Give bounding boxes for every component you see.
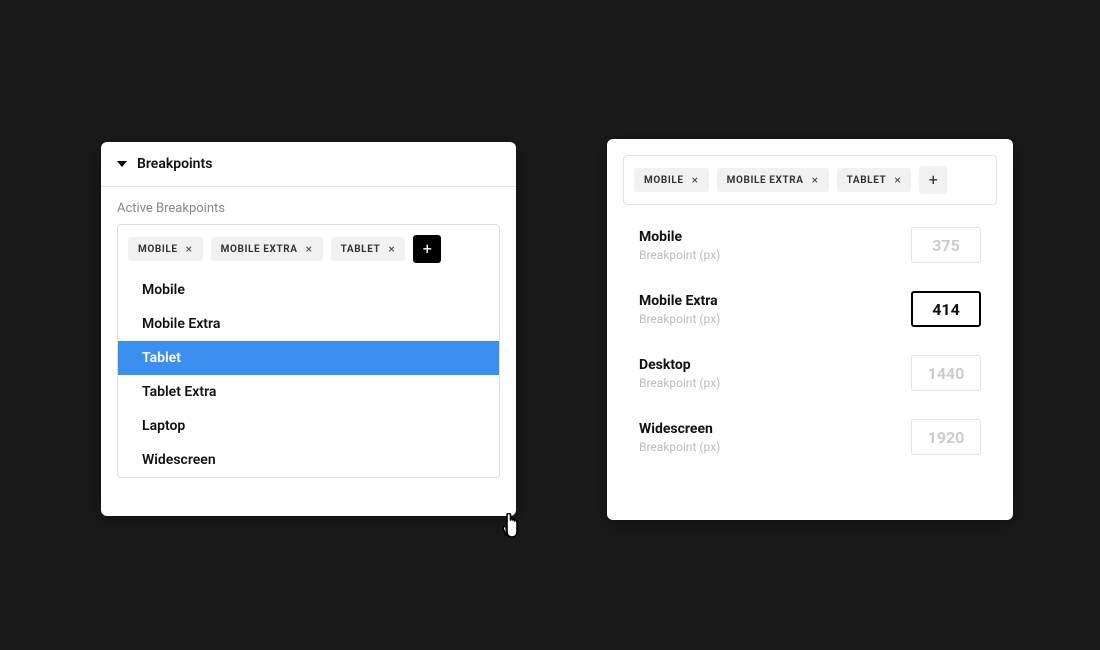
dropdown-item-tablet-extra[interactable]: Tablet Extra xyxy=(118,375,499,409)
tag-mobile-extra[interactable]: MOBILE EXTRA × xyxy=(211,237,323,261)
breakpoint-value-input[interactable]: 414 xyxy=(911,291,981,327)
tag-label: MOBILE EXTRA xyxy=(727,175,804,186)
close-icon[interactable]: × xyxy=(186,243,193,255)
active-tags-row: MOBILE × MOBILE EXTRA × TABLET × + xyxy=(118,225,499,273)
breakpoint-row-mobile-extra: Mobile Extra Breakpoint (px) 414 xyxy=(639,291,981,327)
add-breakpoint-button[interactable]: + xyxy=(413,235,441,263)
tag-tablet[interactable]: TABLET × xyxy=(331,237,406,261)
breakpoint-name: Mobile Extra xyxy=(639,293,720,309)
dropdown-item-mobile[interactable]: Mobile xyxy=(118,273,499,307)
plus-icon: + xyxy=(423,241,432,257)
breakpoint-sublabel: Breakpoint (px) xyxy=(639,248,720,262)
breakpoint-name: Desktop xyxy=(639,357,720,373)
caret-down-icon xyxy=(117,161,127,167)
breakpoints-collection: MOBILE × MOBILE EXTRA × TABLET × + Mobil… xyxy=(117,224,500,478)
breakpoint-row-widescreen: Widescreen Breakpoint (px) 1920 xyxy=(639,419,981,455)
breakpoint-value-input[interactable]: 1920 xyxy=(911,419,981,455)
tag-label: MOBILE EXTRA xyxy=(221,244,298,255)
section-title: Breakpoints xyxy=(137,156,212,172)
active-tags-row: MOBILE × MOBILE EXTRA × TABLET × + xyxy=(623,155,997,205)
dropdown-item-laptop[interactable]: Laptop xyxy=(118,409,499,443)
tag-mobile-extra[interactable]: MOBILE EXTRA × xyxy=(717,168,829,192)
tag-label: MOBILE xyxy=(644,175,684,186)
tag-label: MOBILE xyxy=(138,244,178,255)
section-header[interactable]: Breakpoints xyxy=(101,142,516,187)
close-icon[interactable]: × xyxy=(692,174,699,186)
breakpoint-name: Widescreen xyxy=(639,421,720,437)
add-breakpoint-button[interactable]: + xyxy=(919,166,947,194)
tag-tablet[interactable]: TABLET × xyxy=(837,168,912,192)
pointer-cursor-icon xyxy=(499,513,525,543)
close-icon[interactable]: × xyxy=(894,174,901,186)
tag-label: TABLET xyxy=(341,244,381,255)
breakpoint-value-input[interactable]: 1440 xyxy=(911,355,981,391)
dropdown-item-widescreen[interactable]: Widescreen xyxy=(118,443,499,477)
close-icon[interactable]: × xyxy=(812,174,819,186)
breakpoint-sublabel: Breakpoint (px) xyxy=(639,440,720,454)
breakpoint-row-desktop: Desktop Breakpoint (px) 1440 xyxy=(639,355,981,391)
breakpoint-name: Mobile xyxy=(639,229,720,245)
tag-mobile[interactable]: MOBILE × xyxy=(128,237,203,261)
close-icon[interactable]: × xyxy=(388,243,395,255)
close-icon[interactable]: × xyxy=(306,243,313,255)
dropdown-item-tablet[interactable]: Tablet xyxy=(118,341,499,375)
breakpoint-row-mobile: Mobile Breakpoint (px) 375 xyxy=(639,227,981,263)
breakpoint-value-input[interactable]: 375 xyxy=(911,227,981,263)
tag-label: TABLET xyxy=(847,175,887,186)
breakpoint-sublabel: Breakpoint (px) xyxy=(639,312,720,326)
breakpoint-dropdown: Mobile Mobile Extra Tablet Tablet Extra … xyxy=(118,273,499,477)
tag-mobile[interactable]: MOBILE × xyxy=(634,168,709,192)
breakpoints-values-panel: MOBILE × MOBILE EXTRA × TABLET × + Mobil… xyxy=(607,139,1013,520)
plus-icon: + xyxy=(929,172,938,188)
breakpoints-panel: Breakpoints Active Breakpoints MOBILE × … xyxy=(101,142,516,516)
active-breakpoints-label: Active Breakpoints xyxy=(101,187,516,224)
dropdown-item-mobile-extra[interactable]: Mobile Extra xyxy=(118,307,499,341)
breakpoint-sublabel: Breakpoint (px) xyxy=(639,376,720,390)
